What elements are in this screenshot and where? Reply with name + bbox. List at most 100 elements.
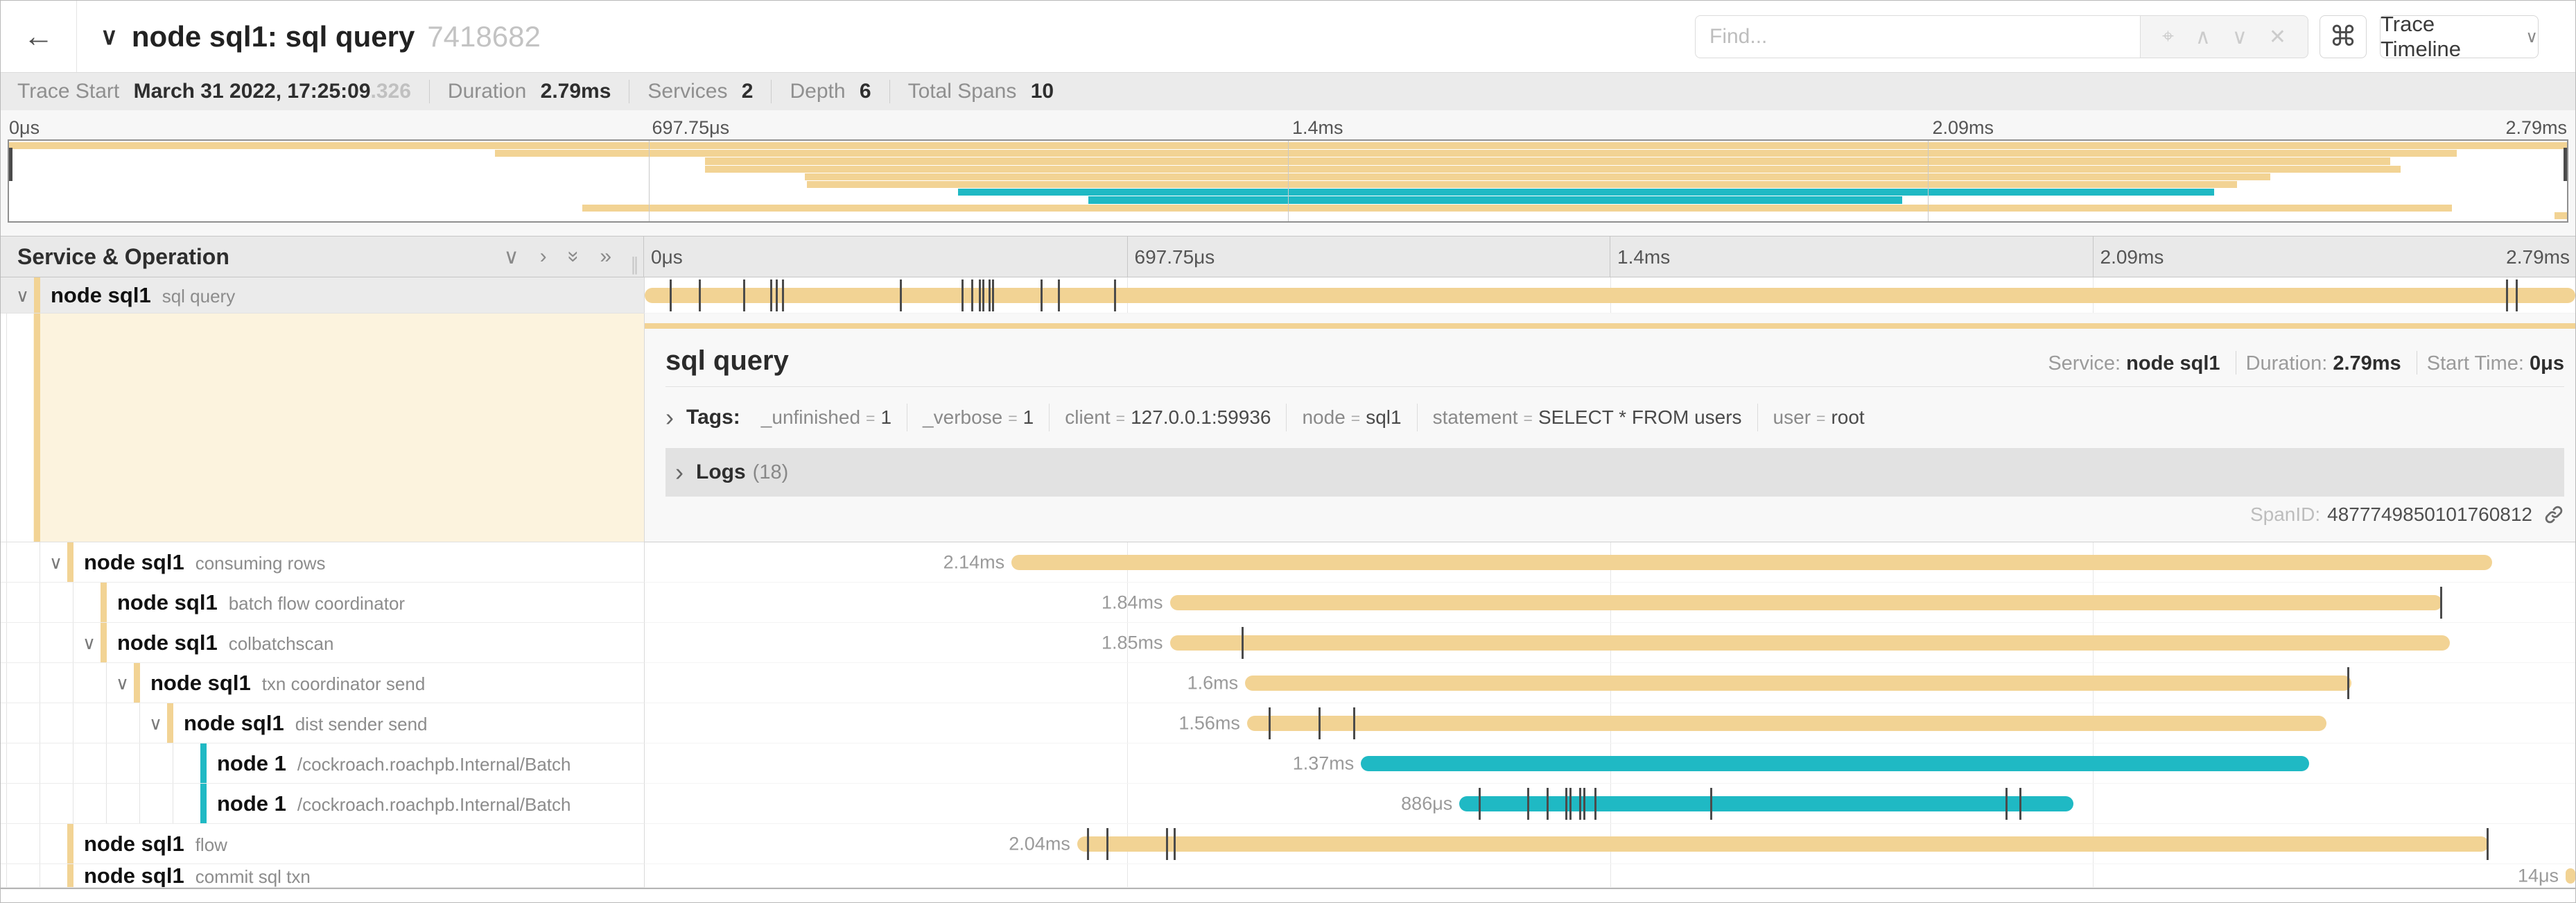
span-name-cell[interactable]: ∨node sql1txn coordinator send bbox=[1, 663, 644, 703]
span-name-cell[interactable]: node 1/cockroach.roachpb.Internal/Batch bbox=[1, 784, 644, 824]
span-bar-cell[interactable]: 1.84ms bbox=[644, 583, 2575, 623]
span-name-cell[interactable]: ∨node sql1dist sender send bbox=[1, 703, 644, 743]
expand-all-icon[interactable]: » bbox=[600, 245, 611, 268]
span-color-bar bbox=[67, 542, 73, 582]
span-duration-label: 1.84ms bbox=[1102, 592, 1163, 613]
span-detail-meta: Service: node sql1 Duration: 2.79ms Star… bbox=[2038, 352, 2564, 375]
span-duration-label: 1.85ms bbox=[1102, 632, 1163, 653]
timeline-grid-header: Service & Operation ∨ › » » ∥ 0μs697.75μ… bbox=[1, 236, 2575, 277]
tag-item: user=root bbox=[1757, 404, 1880, 431]
minimap-span-bar bbox=[582, 205, 2452, 212]
chevron-down-icon[interactable]: ∨ bbox=[116, 674, 129, 692]
chevron-down-icon[interactable]: ∨ bbox=[16, 286, 29, 304]
timeline-header-tick: 697.75μs bbox=[1127, 237, 1215, 277]
link-icon[interactable] bbox=[2543, 504, 2564, 525]
span-name-cell[interactable]: node 1/cockroach.roachpb.Internal/Batch bbox=[1, 743, 644, 784]
minimap-axis-tick-label: 0μs bbox=[9, 117, 40, 139]
span-detail-header: sql query Service: node sql1 Duration: 2… bbox=[665, 345, 2564, 387]
duration-label: Duration bbox=[448, 80, 526, 103]
tag-equals: = bbox=[1116, 409, 1125, 427]
span-operation-name: consuming rows bbox=[195, 553, 326, 574]
span-bar-cell[interactable]: 1.6ms bbox=[644, 663, 2575, 703]
spanid-row: SpanID: 4877749850101760812 bbox=[665, 497, 2564, 533]
tag-value: SELECT * FROM users bbox=[1538, 406, 1742, 428]
log-tick bbox=[1114, 280, 1116, 311]
log-tick bbox=[971, 280, 973, 311]
span-color-bar bbox=[134, 663, 140, 703]
focus-match-icon[interactable]: ⌖ bbox=[2162, 25, 2174, 49]
span-service-name: node sql1 bbox=[117, 590, 218, 614]
span-duration: Duration: 2.79ms bbox=[2246, 352, 2401, 375]
span-bar-cell[interactable]: 1.56ms bbox=[644, 703, 2575, 743]
log-tick bbox=[1583, 788, 1585, 820]
spanid-label: SpanID: bbox=[2250, 504, 2320, 526]
minimap-left-scrubber[interactable] bbox=[9, 148, 12, 181]
span-service-name: node sql1 bbox=[184, 711, 284, 735]
tree-depth-guide bbox=[6, 623, 7, 662]
span-name-cell[interactable]: node sql1flow bbox=[1, 824, 644, 864]
tag-key: statement bbox=[1433, 406, 1518, 428]
span-service-name: node 1 bbox=[217, 751, 286, 775]
tags-section-toggle[interactable]: › Tags: _unfinished=1_verbose=1client=12… bbox=[665, 387, 2564, 448]
span-detail-title: sql query bbox=[665, 345, 789, 377]
chevron-down-icon[interactable]: ∨ bbox=[49, 553, 62, 571]
timeline-gridline bbox=[1127, 784, 1128, 823]
span-name-cell[interactable]: node sql1batch flow coordinator bbox=[1, 583, 644, 623]
collapse-trace-chevron-icon[interactable]: ∨ bbox=[101, 23, 118, 51]
minimap-right-scrubber[interactable] bbox=[2564, 148, 2567, 181]
chevron-down-icon[interactable]: ∨ bbox=[82, 634, 96, 652]
tree-depth-guide bbox=[6, 542, 7, 582]
column-resize-handle[interactable]: ∥ bbox=[630, 254, 639, 275]
span-color-bar bbox=[101, 583, 107, 622]
span-color-bar bbox=[101, 623, 107, 662]
view-selector-button[interactable]: Trace Timeline ∨ bbox=[2380, 15, 2539, 58]
tag-value: root bbox=[1831, 406, 1864, 428]
span-row: ∨node sql1dist sender send1.56ms bbox=[1, 703, 2575, 743]
span-bar-cell[interactable] bbox=[644, 277, 2575, 313]
span-detail-minibar bbox=[645, 323, 2575, 329]
timeline-header-tick: 1.4ms bbox=[1610, 237, 1670, 277]
span-bar-cell[interactable]: 886μs bbox=[644, 784, 2575, 824]
span-name-cell[interactable]: ∨node sql1consuming rows bbox=[1, 542, 644, 583]
span-operation-name: txn coordinator send bbox=[262, 673, 426, 694]
tag-equals: = bbox=[1816, 409, 1825, 427]
trace-timeline-view: ← ∨ node sql1: sql query 7418682 ⌖ ∧ ∨ ✕… bbox=[0, 0, 2576, 903]
span-bar-cell[interactable]: 1.85ms bbox=[644, 623, 2575, 663]
keyboard-shortcuts-button[interactable]: ⌘ bbox=[2320, 15, 2367, 58]
find-input[interactable] bbox=[1695, 15, 2140, 58]
span-name-cell[interactable]: ∨node sql1colbatchscan bbox=[1, 623, 644, 663]
span-name-cell[interactable]: ∨node sql1sql query bbox=[1, 277, 644, 313]
tag-key: _unfinished bbox=[761, 406, 860, 428]
logs-section-toggle[interactable]: › Logs (18) bbox=[665, 448, 2564, 497]
minimap[interactable] bbox=[8, 139, 2568, 223]
trace-start-ms: .326 bbox=[371, 80, 411, 103]
span-bar-cell[interactable]: 2.14ms bbox=[644, 542, 2575, 583]
span-bar-cell[interactable]: 1.37ms bbox=[644, 743, 2575, 784]
back-button[interactable]: ← bbox=[1, 1, 77, 72]
span-name-cell[interactable]: node sql1commit sql txn bbox=[1, 864, 644, 888]
log-tick bbox=[1594, 788, 1596, 820]
span-name: node 1/cockroach.roachpb.Internal/Batch bbox=[217, 791, 571, 816]
prev-match-icon[interactable]: ∧ bbox=[2195, 25, 2211, 49]
next-match-icon[interactable]: ∨ bbox=[2232, 25, 2247, 49]
log-tick bbox=[982, 280, 984, 311]
expand-one-icon[interactable]: › bbox=[540, 245, 547, 268]
minimap-gridline bbox=[1288, 141, 1289, 221]
log-tick bbox=[699, 280, 701, 311]
log-tick bbox=[979, 280, 981, 311]
timeline-header-tick: 2.79ms bbox=[2506, 246, 2570, 268]
clear-find-icon[interactable]: ✕ bbox=[2269, 25, 2286, 49]
minimap-span-bar bbox=[805, 173, 2270, 180]
chevron-down-icon[interactable]: ∨ bbox=[149, 714, 162, 732]
services-label: Services bbox=[647, 80, 727, 103]
span-duration-label: 1.56ms bbox=[1178, 712, 1240, 734]
collapse-deep-icon[interactable]: » bbox=[562, 251, 585, 263]
total-spans-label: Total Spans bbox=[908, 80, 1017, 103]
log-tick bbox=[770, 280, 772, 311]
span-bar bbox=[1361, 756, 2308, 771]
command-icon: ⌘ bbox=[2329, 21, 2357, 53]
collapse-all-icon[interactable]: ∨ bbox=[504, 245, 519, 269]
span-bar-cell[interactable]: 14μs bbox=[644, 864, 2575, 888]
span-bar-cell[interactable]: 2.04ms bbox=[644, 824, 2575, 864]
log-tick bbox=[743, 280, 745, 311]
